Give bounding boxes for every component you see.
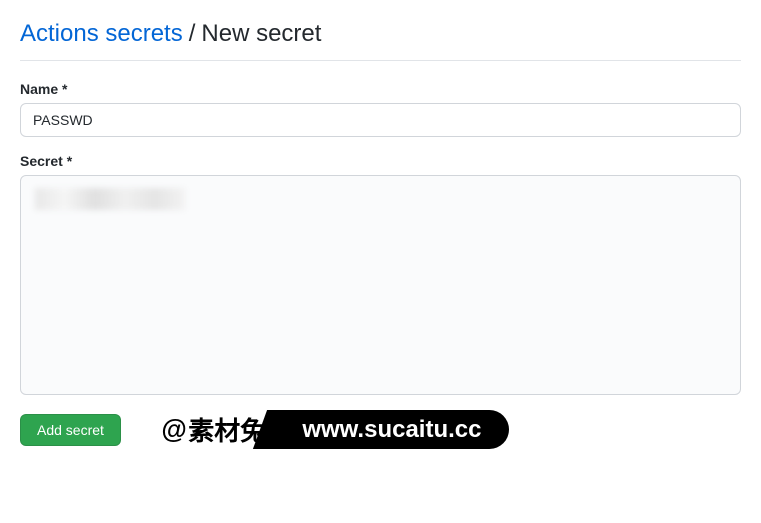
redacted-secret-value <box>35 188 185 210</box>
page-header: Actions secrets / New secret <box>20 20 741 61</box>
name-input[interactable] <box>20 103 741 137</box>
page-title: New secret <box>201 20 321 48</box>
breadcrumb-separator: / <box>189 20 196 48</box>
watermark-pill: www.sucaitu.cc <box>278 416 509 444</box>
footer-row: Add secret @ 素材兔 www.sucaitu.cc <box>20 411 741 448</box>
name-label: Name * <box>20 81 741 97</box>
watermark-at-symbol: @ <box>161 414 186 445</box>
name-field-group: Name * <box>20 81 741 137</box>
secret-textarea[interactable] <box>20 175 741 395</box>
watermark-url: www.sucaitu.cc <box>278 410 509 449</box>
secret-label: Secret * <box>20 153 741 169</box>
actions-secrets-link[interactable]: Actions secrets <box>20 20 183 48</box>
watermark: @ 素材兔 www.sucaitu.cc <box>161 411 510 448</box>
add-secret-button[interactable]: Add secret <box>20 414 121 446</box>
secret-field-group: Secret * <box>20 153 741 395</box>
